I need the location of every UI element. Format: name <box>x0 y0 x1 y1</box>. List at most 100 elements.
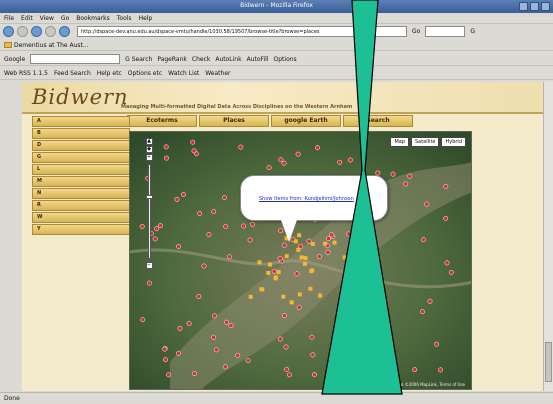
map-marker[interactable] <box>166 372 172 378</box>
zoom-in-icon[interactable]: + <box>145 154 153 161</box>
highlight-marker[interactable] <box>297 292 302 297</box>
letter-b[interactable]: B <box>32 128 130 139</box>
reload-icon[interactable] <box>31 26 42 37</box>
map-marker[interactable] <box>286 372 292 378</box>
map-marker[interactable] <box>311 372 317 378</box>
map-marker[interactable] <box>222 195 227 201</box>
maximize-icon[interactable] <box>530 2 539 11</box>
help-button[interactable]: Help etc <box>97 70 122 77</box>
map-marker[interactable] <box>281 160 287 166</box>
letter-y[interactable]: Y <box>32 224 130 235</box>
map-marker[interactable] <box>443 183 449 189</box>
highlight-marker[interactable] <box>310 241 315 246</box>
feed-search-button[interactable]: Feed Search <box>54 70 91 77</box>
map-marker[interactable] <box>146 280 152 286</box>
map-marker[interactable] <box>294 271 300 277</box>
letter-w[interactable]: W <box>32 212 130 223</box>
letter-m[interactable]: M <box>32 176 130 187</box>
map-marker[interactable] <box>412 367 418 373</box>
map-marker[interactable] <box>163 144 169 150</box>
map-marker[interactable] <box>245 358 251 364</box>
map-marker[interactable] <box>186 321 192 327</box>
map-marker[interactable] <box>329 232 335 238</box>
highlight-marker[interactable] <box>260 287 265 292</box>
highlight-marker[interactable] <box>257 260 262 265</box>
highlight-marker[interactable] <box>318 293 323 298</box>
map-marker[interactable] <box>325 249 331 255</box>
site-logo[interactable]: Bidwern <box>32 85 129 109</box>
map-marker[interactable] <box>191 148 197 154</box>
autofill-button[interactable]: AutoFill <box>247 56 269 63</box>
weather-button[interactable]: Weather <box>205 70 230 77</box>
map-marker[interactable] <box>227 254 232 260</box>
map-marker[interactable] <box>181 192 186 198</box>
map-marker[interactable] <box>380 292 386 298</box>
map-marker[interactable] <box>316 254 322 259</box>
check-button[interactable]: Check <box>192 56 210 63</box>
map-marker[interactable] <box>174 196 180 202</box>
map-marker[interactable] <box>192 371 197 377</box>
map-marker[interactable] <box>444 260 450 266</box>
map-marker[interactable] <box>347 157 353 163</box>
letter-r[interactable]: R <box>32 200 130 211</box>
map-marker[interactable] <box>228 323 234 329</box>
map-marker[interactable] <box>247 237 253 243</box>
map-marker[interactable] <box>140 317 146 323</box>
highlight-marker[interactable] <box>302 261 307 266</box>
map-marker[interactable] <box>223 224 229 229</box>
letter-l[interactable]: L <box>32 164 130 175</box>
map-imagery[interactable] <box>130 132 472 390</box>
highlight-marker[interactable] <box>289 300 294 305</box>
forward-icon[interactable] <box>17 26 28 37</box>
map-marker[interactable] <box>357 312 362 318</box>
map-marker[interactable] <box>419 309 425 315</box>
highlight-marker[interactable] <box>332 240 337 245</box>
tab-google-earth[interactable]: google Earth <box>271 115 341 127</box>
map-marker[interactable] <box>363 303 369 309</box>
menu-view[interactable]: View <box>40 15 54 22</box>
map-marker[interactable] <box>376 290 382 295</box>
highlight-marker[interactable] <box>268 262 272 267</box>
menu-edit[interactable]: Edit <box>21 15 33 22</box>
map-marker[interactable] <box>176 243 182 249</box>
map-marker[interactable] <box>162 346 168 352</box>
zoom-knob[interactable] <box>145 195 153 199</box>
map-marker[interactable] <box>277 336 283 342</box>
map-marker[interactable] <box>206 232 212 237</box>
google-search-input[interactable] <box>30 54 121 64</box>
zoom-out-icon[interactable]: − <box>145 262 153 269</box>
map-marker[interactable] <box>296 304 302 310</box>
highlight-marker[interactable] <box>309 269 314 274</box>
options-etc-button[interactable]: Options etc <box>128 70 162 77</box>
map-type-hybrid[interactable]: Hybrid <box>441 137 466 147</box>
letter-n[interactable]: N <box>32 188 130 199</box>
highlight-marker[interactable] <box>273 276 278 281</box>
highlight-marker[interactable] <box>297 233 302 238</box>
menu-help[interactable]: Help <box>139 15 153 22</box>
map-marker[interactable] <box>284 366 290 372</box>
menu-tools[interactable]: Tools <box>117 15 132 22</box>
map-marker[interactable] <box>238 144 244 150</box>
highlight-marker[interactable] <box>276 270 281 275</box>
pan-center-icon[interactable]: ◆ <box>145 146 153 153</box>
search-input[interactable] <box>425 26 466 37</box>
map-marker[interactable] <box>337 159 343 165</box>
map-marker[interactable] <box>196 294 202 299</box>
map-marker[interactable] <box>355 291 361 297</box>
map-marker[interactable] <box>434 341 440 347</box>
map-marker[interactable] <box>421 237 426 243</box>
highlight-marker[interactable] <box>303 256 308 261</box>
zoom-slider[interactable] <box>145 164 153 259</box>
highlight-marker[interactable] <box>323 241 328 246</box>
map-marker[interactable] <box>403 181 409 187</box>
menu-file[interactable]: File <box>4 15 14 22</box>
map-marker[interactable] <box>222 364 228 370</box>
map-marker[interactable] <box>158 223 163 229</box>
letter-a[interactable]: A <box>32 116 130 127</box>
map-marker[interactable] <box>224 319 229 325</box>
menu-go[interactable]: Go <box>61 15 69 22</box>
map-marker[interactable] <box>309 334 315 340</box>
tab-places[interactable]: Places <box>199 115 269 127</box>
highlight-marker[interactable] <box>248 294 253 299</box>
map-type-map[interactable]: Map <box>390 137 409 147</box>
